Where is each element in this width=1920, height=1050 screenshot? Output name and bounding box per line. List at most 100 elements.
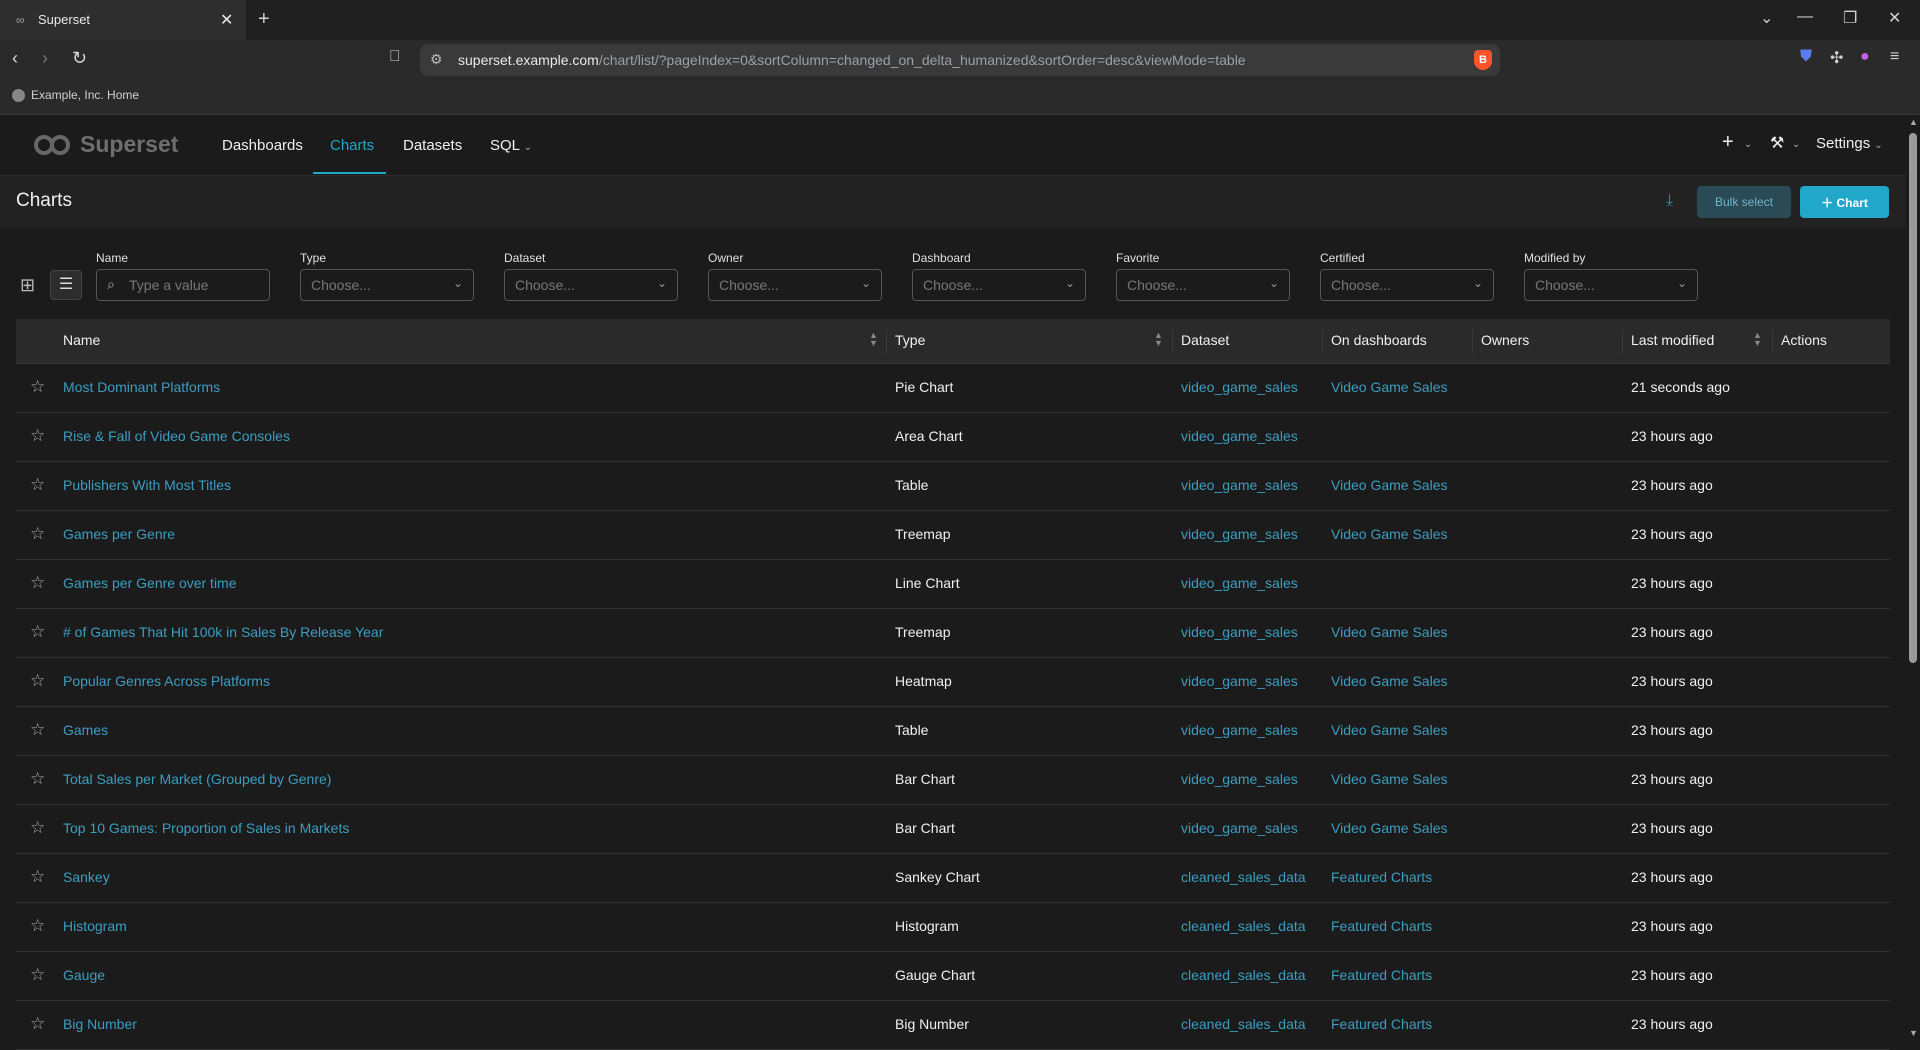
dashboard-link[interactable]: Featured Charts (1331, 918, 1432, 934)
chart-name-link[interactable]: Games per Genre (63, 526, 175, 542)
chart-name-link[interactable]: Gauge (63, 967, 105, 983)
chevron-down-icon[interactable]: ⌄ (1744, 139, 1752, 150)
window-close-icon[interactable]: ✕ (1888, 8, 1901, 28)
chart-name-link[interactable]: Big Number (63, 1016, 137, 1032)
back-icon[interactable]: ‹ (12, 48, 18, 69)
dashboard-link[interactable]: Featured Charts (1331, 967, 1432, 983)
column-header-type[interactable]: Type (895, 332, 925, 348)
browser-tab[interactable]: ∞ Superset ✕ (0, 0, 246, 40)
dataset-link[interactable]: video_game_sales (1181, 673, 1298, 689)
dashboard-link[interactable]: Video Game Sales (1331, 477, 1447, 493)
extensions-icon[interactable]: ✣ (1830, 48, 1843, 68)
favorite-star-icon[interactable]: ☆ (30, 475, 45, 495)
dataset-link[interactable]: video_game_sales (1181, 722, 1298, 738)
favorite-star-icon[interactable]: ☆ (30, 622, 45, 642)
bitwarden-extension-icon[interactable]: ⛊ (1800, 48, 1812, 66)
bookmark-icon[interactable]: ⎕ (390, 48, 400, 66)
sort-icon[interactable]: ▲ ▼ (1753, 331, 1762, 348)
forward-icon[interactable]: › (42, 48, 48, 69)
superset-logo[interactable]: Superset (34, 131, 178, 158)
scroll-up-icon[interactable]: ▲ (1909, 117, 1918, 127)
dashboard-link[interactable]: Video Game Sales (1331, 673, 1447, 689)
favorite-star-icon[interactable]: ☆ (30, 426, 45, 446)
chart-name-link[interactable]: Rise & Fall of Video Game Consoles (63, 428, 290, 444)
favorite-star-icon[interactable]: ☆ (30, 377, 45, 397)
nav-sql[interactable]: SQL ⌄ (490, 137, 532, 154)
nav-charts[interactable]: Charts (330, 137, 374, 154)
minimize-icon[interactable]: — (1797, 8, 1813, 26)
page-scrollbar[interactable]: ▲ ▼ (1906, 115, 1920, 1040)
scrollbar-thumb[interactable] (1909, 133, 1917, 663)
favorite-star-icon[interactable]: ☆ (30, 573, 45, 593)
name-search-input[interactable]: ⌕ Type a value (96, 269, 270, 301)
list-view-icon[interactable]: ☰ (50, 270, 82, 300)
nav-datasets[interactable]: Datasets (403, 137, 462, 154)
column-header-name[interactable]: Name (63, 332, 100, 348)
dataset-link[interactable]: cleaned_sales_data (1181, 1016, 1306, 1032)
modified-by-select[interactable]: Choose... ⌄ (1524, 269, 1698, 301)
favorite-star-icon[interactable]: ☆ (30, 818, 45, 838)
chevron-down-icon[interactable]: ⌄ (1792, 139, 1800, 150)
dashboard-link[interactable]: Featured Charts (1331, 869, 1432, 885)
owner-select[interactable]: Choose... ⌄ (708, 269, 882, 301)
dashboard-link[interactable]: Video Game Sales (1331, 820, 1447, 836)
chart-name-link[interactable]: Histogram (63, 918, 127, 934)
chart-name-link[interactable]: Top 10 Games: Proportion of Sales in Mar… (63, 820, 349, 836)
dashboard-link[interactable]: Video Game Sales (1331, 771, 1447, 787)
brave-shields-icon[interactable]: B (1474, 50, 1492, 70)
card-view-icon[interactable]: ⊞ (20, 275, 40, 295)
download-icon[interactable]: ⤓ (1666, 192, 1673, 210)
dashboard-link[interactable]: Video Game Sales (1331, 624, 1447, 640)
chart-name-link[interactable]: Games per Genre over time (63, 575, 237, 591)
restore-icon[interactable]: ❐ (1843, 8, 1857, 28)
dataset-link[interactable]: video_game_sales (1181, 477, 1298, 493)
theme-paintbrush-icon[interactable]: ⚒ (1770, 133, 1784, 153)
favorite-star-icon[interactable]: ☆ (30, 867, 45, 887)
dataset-link[interactable]: video_game_sales (1181, 575, 1298, 591)
favorite-star-icon[interactable]: ☆ (30, 720, 45, 740)
dataset-link[interactable]: video_game_sales (1181, 428, 1298, 444)
dashboard-select[interactable]: Choose... ⌄ (912, 269, 1086, 301)
favorite-select[interactable]: Choose... ⌄ (1116, 269, 1290, 301)
dataset-link[interactable]: video_game_sales (1181, 526, 1298, 542)
chart-name-link[interactable]: Total Sales per Market (Grouped by Genre… (63, 771, 331, 787)
scroll-down-icon[interactable]: ▼ (1909, 1028, 1918, 1038)
dataset-link[interactable]: video_game_sales (1181, 820, 1298, 836)
favorite-star-icon[interactable]: ☆ (30, 965, 45, 985)
new-tab-icon[interactable]: + (258, 8, 270, 31)
site-settings-icon[interactable]: ⚙ (430, 51, 443, 68)
dataset-link[interactable]: video_game_sales (1181, 624, 1298, 640)
type-select[interactable]: Choose... ⌄ (300, 269, 474, 301)
chart-name-link[interactable]: Popular Genres Across Platforms (63, 673, 270, 689)
favorite-star-icon[interactable]: ☆ (30, 1014, 45, 1034)
reload-icon[interactable]: ↻ (72, 48, 87, 69)
bookmark-item[interactable]: Example, Inc. Home (12, 88, 139, 103)
column-header-last-modified[interactable]: Last modified (1631, 332, 1714, 348)
chart-name-link[interactable]: Sankey (63, 869, 110, 885)
dataset-link[interactable]: video_game_sales (1181, 771, 1298, 787)
dataset-link[interactable]: cleaned_sales_data (1181, 869, 1306, 885)
dataset-select[interactable]: Choose... ⌄ (504, 269, 678, 301)
settings-menu[interactable]: Settings ⌄ (1816, 135, 1883, 152)
chart-name-link[interactable]: Most Dominant Platforms (63, 379, 220, 395)
favorite-star-icon[interactable]: ☆ (30, 671, 45, 691)
new-plus-icon[interactable]: + (1722, 131, 1734, 154)
dataset-link[interactable]: video_game_sales (1181, 379, 1298, 395)
certified-select[interactable]: Choose... ⌄ (1320, 269, 1494, 301)
dashboard-link[interactable]: Video Game Sales (1331, 722, 1447, 738)
sort-icon[interactable]: ▲ ▼ (1154, 331, 1163, 348)
dashboard-link[interactable]: Video Game Sales (1331, 526, 1447, 542)
chart-name-link[interactable]: # of Games That Hit 100k in Sales By Rel… (63, 624, 383, 640)
chart-name-link[interactable]: Publishers With Most Titles (63, 477, 231, 493)
dataset-link[interactable]: cleaned_sales_data (1181, 918, 1306, 934)
favorite-star-icon[interactable]: ☆ (30, 769, 45, 789)
browser-menu-icon[interactable]: ≡ (1890, 48, 1899, 66)
chart-name-link[interactable]: Games (63, 722, 108, 738)
add-chart-button[interactable]: ＋ Chart (1800, 186, 1889, 218)
tab-search-chevron-icon[interactable]: ⌄ (1760, 8, 1773, 28)
favorite-star-icon[interactable]: ☆ (30, 916, 45, 936)
close-tab-icon[interactable]: ✕ (220, 10, 233, 30)
nav-dashboards[interactable]: Dashboards (222, 137, 303, 154)
dashboard-link[interactable]: Video Game Sales (1331, 379, 1447, 395)
favorite-star-icon[interactable]: ☆ (30, 524, 45, 544)
